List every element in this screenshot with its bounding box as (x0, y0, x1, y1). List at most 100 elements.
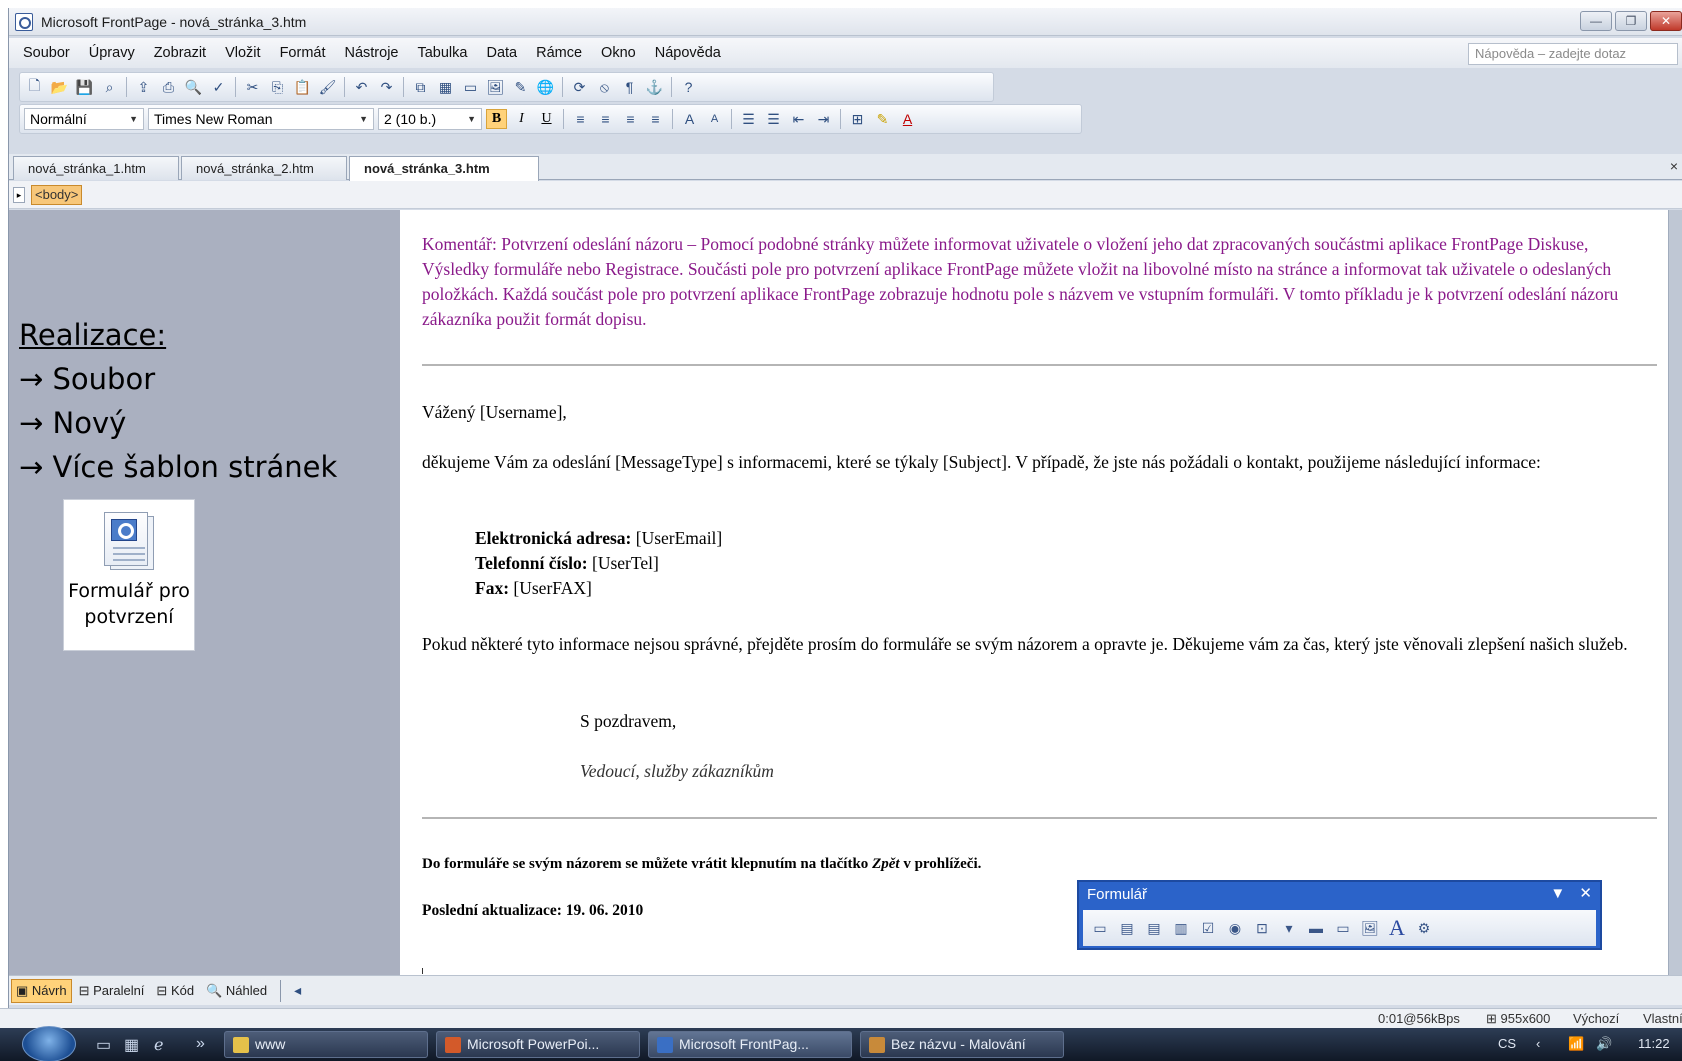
preview-icon[interactable]: 🔍 (183, 77, 204, 97)
minimize-button[interactable]: — (1580, 11, 1612, 31)
font-select[interactable]: Times New Roman ▼ (148, 108, 374, 130)
cut-icon[interactable]: ✂ (242, 77, 263, 97)
textbox-icon[interactable]: ▤ (1116, 917, 1138, 939)
open-folder-icon[interactable]: 📂 (49, 77, 70, 97)
vertical-scrollbar[interactable] (1668, 210, 1682, 975)
clock[interactable]: 11:22 (1638, 1036, 1670, 1051)
paste-icon[interactable]: 📋 (292, 77, 313, 97)
taskbar-item-powerpoint[interactable]: Microsoft PowerPoi... (436, 1031, 640, 1058)
insert-picture-icon[interactable]: 🖼 (485, 77, 506, 97)
taskbar-item-frontpage[interactable]: Microsoft FrontPag... (648, 1031, 852, 1058)
internet-explorer-icon[interactable]: ℯ (154, 1035, 163, 1055)
numbered-list-icon[interactable]: ☰ (738, 109, 759, 129)
taskbar-item-www[interactable]: www (224, 1031, 428, 1058)
group-box-icon[interactable]: ⊡ (1251, 917, 1273, 939)
save-icon[interactable]: 💾 (74, 77, 95, 97)
dropdown-box-icon[interactable]: ▾ (1278, 917, 1300, 939)
font-color-icon[interactable]: A (897, 109, 918, 129)
taskbar-item-paint[interactable]: Bez názvu - Malování (860, 1031, 1064, 1058)
help-search-input[interactable]: Nápověda – zadejte dotaz (1468, 43, 1678, 65)
align-center-icon[interactable]: ≡ (595, 109, 616, 129)
checkbox-icon[interactable]: ☑ (1197, 917, 1219, 939)
spelling-icon[interactable]: ✓ (208, 77, 229, 97)
push-button-icon[interactable]: ▬ (1305, 917, 1327, 939)
menu-format[interactable]: Formát (280, 45, 326, 61)
help-icon[interactable]: ? (678, 77, 699, 97)
tab-nova-stranka-1[interactable]: nová_stránka_1.htm (13, 156, 179, 180)
default-style[interactable]: Výchozí (1573, 1011, 1619, 1026)
bookmark-icon[interactable]: ⚓ (644, 77, 665, 97)
textarea-icon[interactable]: ▤ (1143, 917, 1165, 939)
menu-soubor[interactable]: Soubor (23, 45, 70, 61)
tab-design-view[interactable]: ▣ Návrh (11, 978, 72, 1003)
file-upload-icon[interactable]: ▥ (1170, 917, 1192, 939)
picture-icon[interactable]: 🖼 (1359, 917, 1381, 939)
close-button[interactable]: ✕ (1650, 11, 1682, 31)
publish-icon[interactable]: ⇪ (133, 77, 154, 97)
close-tab-icon[interactable]: × (1670, 158, 1678, 174)
copy-icon[interactable]: ⎘ (267, 77, 288, 97)
redo-icon[interactable]: ↷ (376, 77, 397, 97)
page-size-readout[interactable]: ⊞ 955x600 (1486, 1011, 1550, 1027)
menu-okno[interactable]: Okno (601, 45, 636, 61)
refresh-icon[interactable]: ⟳ (569, 77, 590, 97)
menu-upravy[interactable]: Úpravy (89, 45, 135, 61)
option-button-icon[interactable]: ◉ (1224, 917, 1246, 939)
italic-button[interactable]: I (511, 109, 532, 129)
underline-button[interactable]: U (536, 109, 557, 129)
drawing-icon[interactable]: ✎ (510, 77, 531, 97)
decrease-indent-icon[interactable]: ⇤ (788, 109, 809, 129)
quick-launch-more-icon[interactable]: » (196, 1035, 205, 1053)
font-size-select[interactable]: 2 (10 b.) ▼ (378, 108, 482, 130)
menu-zobrazit[interactable]: Zobrazit (154, 45, 206, 61)
highlight-icon[interactable]: ✎ (872, 109, 893, 129)
close-icon[interactable]: ✕ (1579, 885, 1592, 902)
new-page-icon[interactable]: 🗋 (24, 77, 45, 97)
increase-indent-icon[interactable]: ⇥ (813, 109, 834, 129)
border-icon[interactable]: ⊞ (847, 109, 868, 129)
bullet-list-icon[interactable]: ☰ (763, 109, 784, 129)
align-left-icon[interactable]: ≡ (570, 109, 591, 129)
align-right-icon[interactable]: ≡ (620, 109, 641, 129)
design-canvas[interactable]: Komentář: Potvrzení odeslání názoru – Po… (400, 210, 1668, 975)
tab-preview-view[interactable]: 🔍 Náhled (201, 979, 272, 1003)
show-all-icon[interactable]: ¶ (619, 77, 640, 97)
tab-nova-stranka-3[interactable]: nová_stránka_3.htm (349, 156, 539, 181)
start-button[interactable] (22, 1026, 76, 1061)
bold-button[interactable]: B (486, 109, 507, 129)
volume-icon[interactable]: 🔊 (1596, 1036, 1612, 1052)
format-painter-icon[interactable]: 🖌 (317, 77, 338, 97)
increase-font-icon[interactable]: A (679, 109, 700, 129)
menu-nastroje[interactable]: Nástroje (344, 45, 398, 61)
search-icon[interactable]: ⌕ (99, 77, 120, 97)
hyperlink-icon[interactable]: 🌐 (535, 77, 556, 97)
menu-tabulka[interactable]: Tabulka (417, 45, 467, 61)
template-thumbnail[interactable]: Formulář pro potvrzení (63, 499, 195, 651)
custom-style[interactable]: Vlastní (1643, 1011, 1682, 1026)
tab-code-view[interactable]: ⊟ Kód (151, 979, 199, 1003)
tab-nova-stranka-2[interactable]: nová_stránka_2.htm (181, 156, 347, 180)
show-desktop-icon[interactable]: ▭ (96, 1035, 111, 1055)
language-indicator[interactable]: CS (1498, 1036, 1516, 1051)
form-icon[interactable]: ▭ (1089, 917, 1111, 939)
tag-selector-arrow-icon[interactable]: ▸ (13, 187, 25, 203)
decrease-font-icon[interactable]: A (704, 109, 725, 129)
frontpage-app-icon[interactable] (15, 12, 33, 31)
network-icon[interactable]: 📶 (1568, 1036, 1584, 1052)
body-tag-chip[interactable]: <body> (31, 185, 83, 205)
insert-table-icon[interactable]: ▦ (435, 77, 456, 97)
insert-layer-icon[interactable]: ▭ (460, 77, 481, 97)
menu-ramce[interactable]: Rámce (536, 45, 582, 61)
menu-vlozit[interactable]: Vložit (225, 45, 260, 61)
advanced-button-icon[interactable]: ▭ (1332, 917, 1354, 939)
justify-icon[interactable]: ≡ (645, 109, 666, 129)
properties-icon[interactable]: ⚙ (1413, 917, 1435, 939)
print-icon[interactable]: ⎙ (158, 77, 179, 97)
label-icon[interactable]: A (1386, 915, 1408, 940)
insert-component-icon[interactable]: ⧉ (410, 77, 431, 97)
menu-data[interactable]: Data (486, 45, 517, 61)
undo-icon[interactable]: ↶ (351, 77, 372, 97)
menu-napoveda[interactable]: Nápověda (655, 45, 721, 61)
style-select[interactable]: Normální ▼ (24, 108, 144, 130)
scroll-left-icon[interactable]: ◂ (287, 981, 308, 1001)
